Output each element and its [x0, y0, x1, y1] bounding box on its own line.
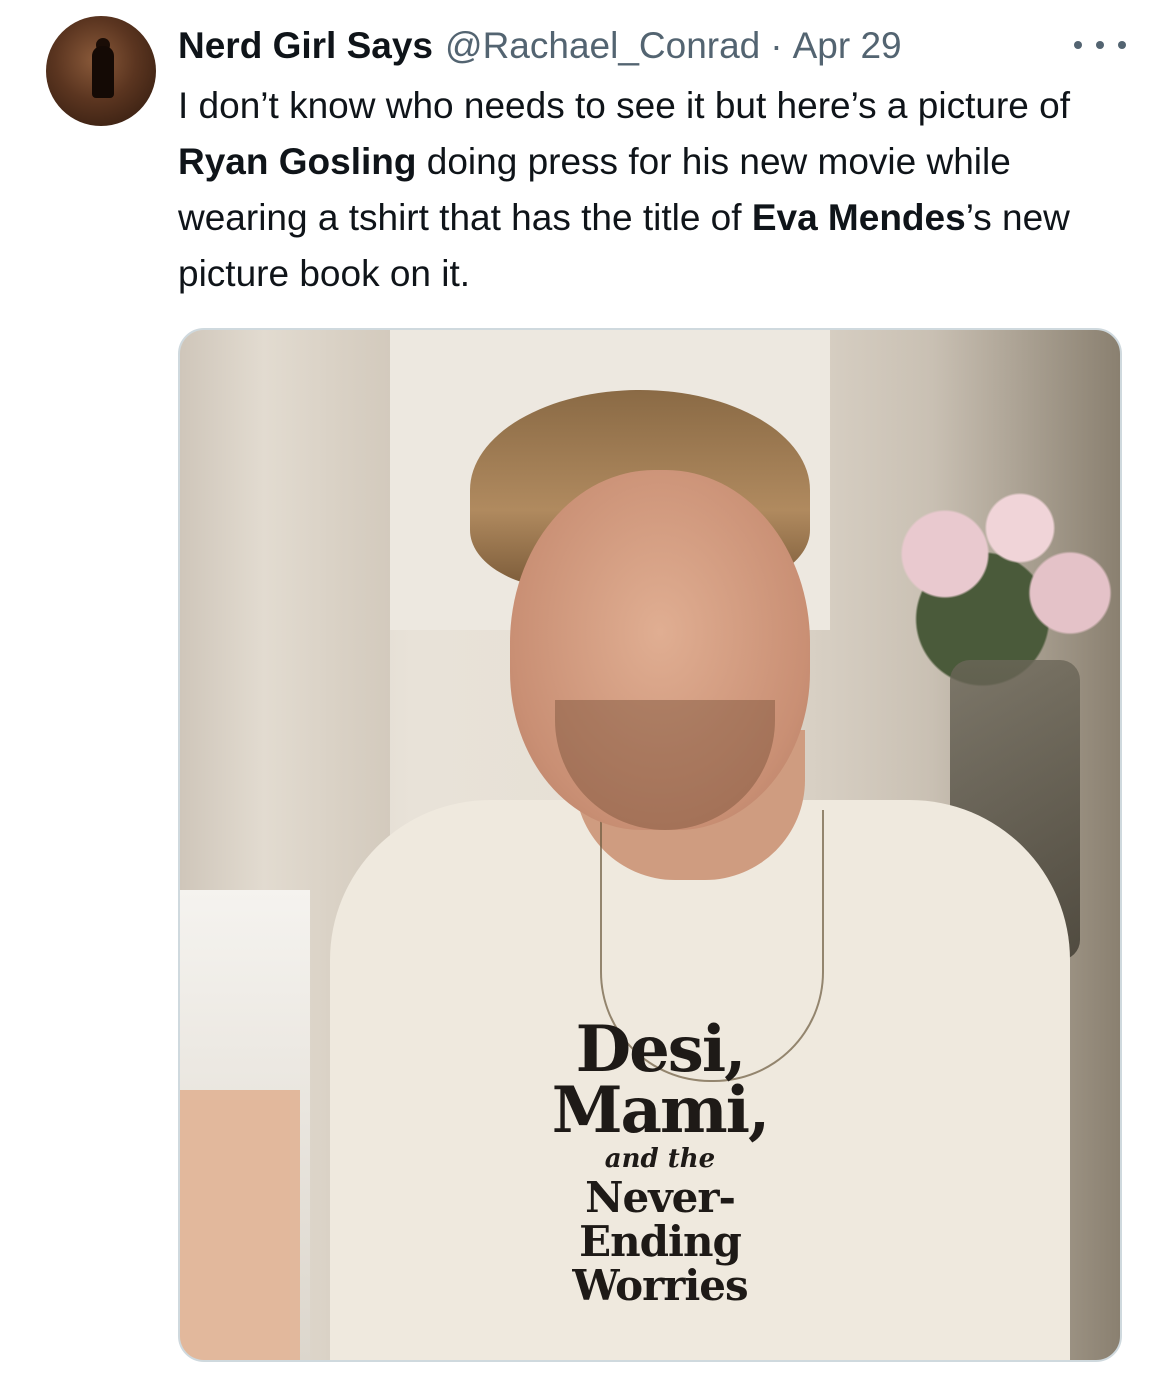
tweet-date[interactable]: Apr 29 [793, 25, 902, 67]
tweet-text-bold-ryan-gosling: Ryan Gosling [178, 141, 417, 182]
display-name[interactable]: Nerd Girl Says [178, 25, 433, 67]
tshirt-line: Never-Ending [579, 1173, 742, 1266]
tweet-text-part: I don’t know who needs to see it but her… [178, 85, 1070, 126]
more-options-icon[interactable] [1074, 30, 1126, 60]
more-dot [1074, 41, 1082, 49]
more-dot [1096, 41, 1104, 49]
left-person-arm [180, 1090, 300, 1360]
user-handle[interactable]: @Rachael_Conrad [445, 25, 760, 67]
tshirt-line: Mami, [551, 1073, 771, 1148]
header-separator: · [770, 25, 783, 66]
more-dot [1118, 41, 1126, 49]
tshirt-line: Worries [572, 1261, 748, 1310]
tshirt-print: Desi, Mami, and the Never-Ending Worries [510, 1012, 810, 1310]
tshirt-line: Desi, [575, 1012, 747, 1087]
tweet-media-photo[interactable]: Desi, Mami, and the Never-Ending Worries [178, 328, 1122, 1362]
avatar[interactable] [46, 16, 156, 126]
tweet-text: I don’t know who needs to see it but her… [178, 78, 1128, 302]
tweet-text-bold-eva-mendes: Eva Mendes [751, 197, 966, 238]
tweet-header: Nerd Girl Says @Rachael_Conrad · Apr 29 [178, 22, 1130, 70]
avatar-figure-body [92, 46, 114, 98]
